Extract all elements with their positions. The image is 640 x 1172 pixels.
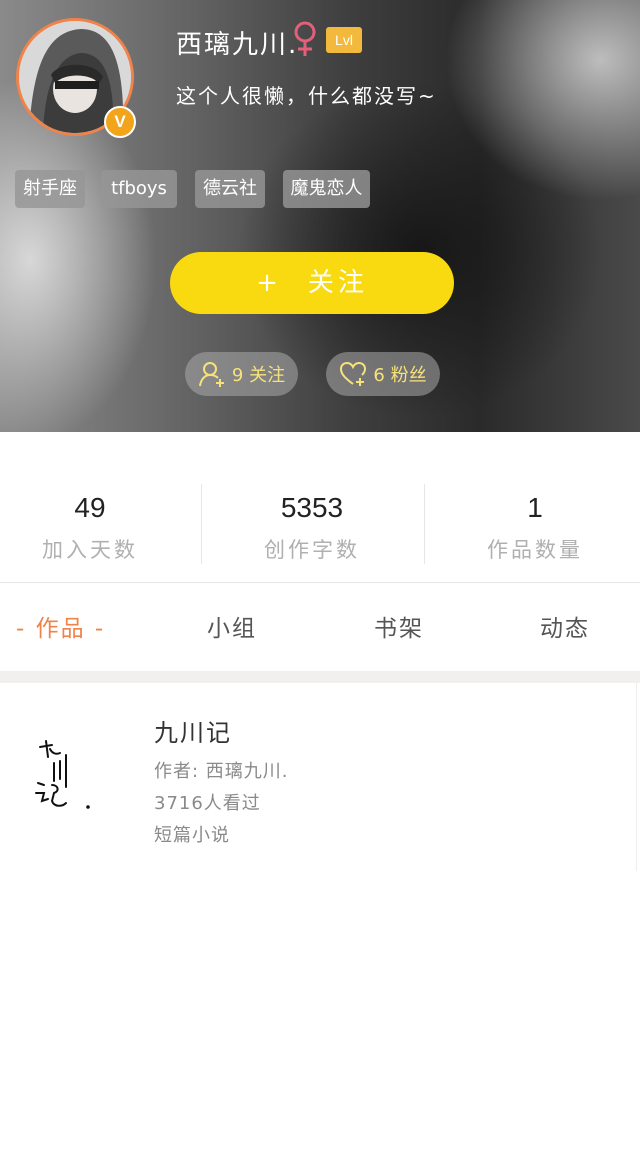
tab-activity[interactable]: 动态 — [540, 583, 590, 671]
tag-sagittarius[interactable]: 射手座 — [15, 170, 85, 208]
following-count: 9 关注 — [231, 365, 286, 386]
section-divider — [0, 671, 640, 683]
follow-button-label: 关注 — [307, 268, 368, 298]
stat-value: 5353 — [280, 492, 344, 523]
tag-demon-lovers[interactable]: 魔鬼恋人 — [283, 170, 370, 208]
stat-label: 作品数量 — [487, 538, 583, 562]
followers-count-button[interactable]: 6 粉丝 — [326, 352, 440, 396]
stat-label: 加入天数 — [42, 538, 138, 562]
follow-button[interactable]: + 关注 — [170, 252, 454, 314]
followers-count: 6 粉丝 — [373, 365, 427, 386]
work-author: 作者: 西璃九川. — [154, 761, 289, 782]
work-title: 九川记 — [154, 719, 232, 747]
stat-label: 创作字数 — [264, 538, 360, 562]
stat-divider — [424, 484, 425, 564]
stat-word-count: 5353 创作字数 — [222, 432, 402, 582]
user-add-icon — [198, 362, 224, 387]
level-badge: Lvl — [326, 27, 362, 53]
username: 西璃九川. — [176, 30, 299, 60]
tag-deyunshe[interactable]: 德云社 — [195, 170, 265, 208]
stat-value: 1 — [527, 492, 543, 523]
profile-tabs: - 作品 - 小组 书架 动态 — [0, 583, 640, 671]
work-item[interactable]: 九川记 作者: 西璃九川. 3716人看过 短篇小说 — [0, 683, 637, 871]
female-icon — [294, 21, 316, 56]
tab-works[interactable]: - 作品 - — [16, 583, 105, 671]
stat-days-joined: 49 加入天数 — [0, 432, 180, 582]
tag-tfboys[interactable]: tfboys — [101, 170, 177, 208]
work-category: 短篇小说 — [154, 825, 230, 846]
tab-bookshelf[interactable]: 书架 — [374, 583, 424, 671]
stats-bar: 49 加入天数 5353 创作字数 1 作品数量 — [0, 432, 640, 583]
empty-area — [0, 871, 640, 1172]
plus-icon: + — [256, 268, 282, 298]
tab-groups[interactable]: 小组 — [207, 583, 257, 671]
stat-divider — [201, 484, 202, 564]
work-views: 3716人看过 — [154, 793, 261, 814]
stat-value: 49 — [74, 492, 106, 523]
heart-add-icon — [340, 361, 367, 386]
work-cover-image — [35, 740, 90, 809]
bio: 这个人很懒，什么都没写~ — [176, 84, 437, 108]
verified-badge: V — [104, 106, 136, 138]
stat-works-count: 1 作品数量 — [445, 432, 625, 582]
profile-header: V 西璃九川. Lvl 这个人很懒，什么都没写~ 射手座 tfboys 德云社 … — [0, 0, 640, 432]
following-count-button[interactable]: 9 关注 — [185, 352, 298, 396]
